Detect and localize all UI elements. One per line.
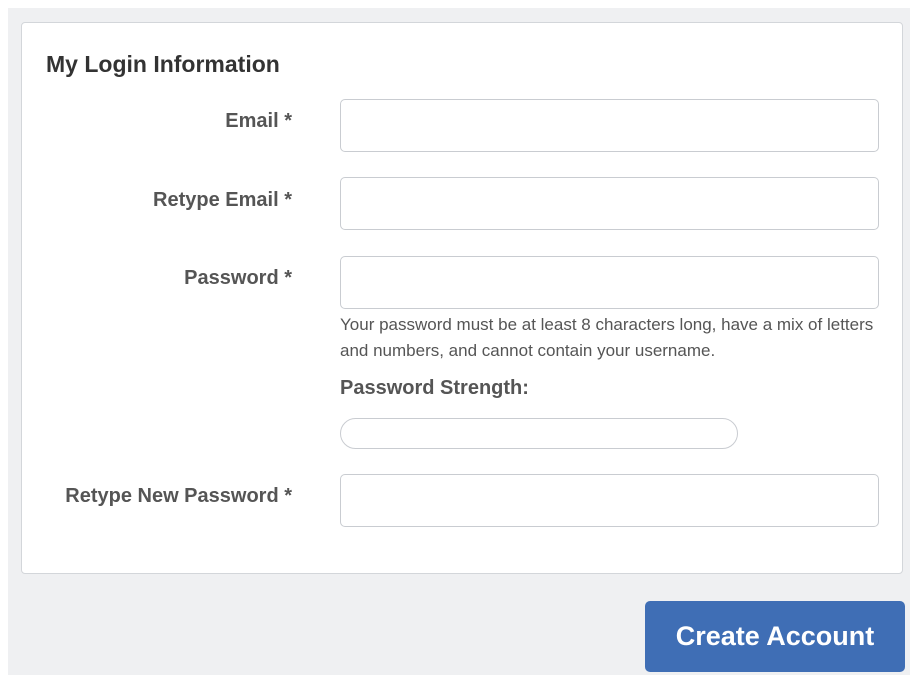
password-strength-label: Password Strength: <box>340 377 529 399</box>
create-account-button[interactable]: Create Account <box>645 601 905 672</box>
section-title: My Login Information <box>46 51 280 77</box>
password-requirements-text: Your password must be at least 8 charact… <box>340 315 874 360</box>
retype-password-label: Retype New Password * <box>65 485 292 507</box>
email-field[interactable] <box>340 99 879 152</box>
email-label: Email * <box>225 110 292 132</box>
password-strength-meter <box>340 418 738 449</box>
retype-email-label: Retype Email * <box>153 189 292 211</box>
password-label: Password * <box>184 267 292 289</box>
password-field[interactable] <box>340 256 879 309</box>
retype-password-field[interactable] <box>340 474 879 527</box>
retype-email-field[interactable] <box>340 177 879 230</box>
